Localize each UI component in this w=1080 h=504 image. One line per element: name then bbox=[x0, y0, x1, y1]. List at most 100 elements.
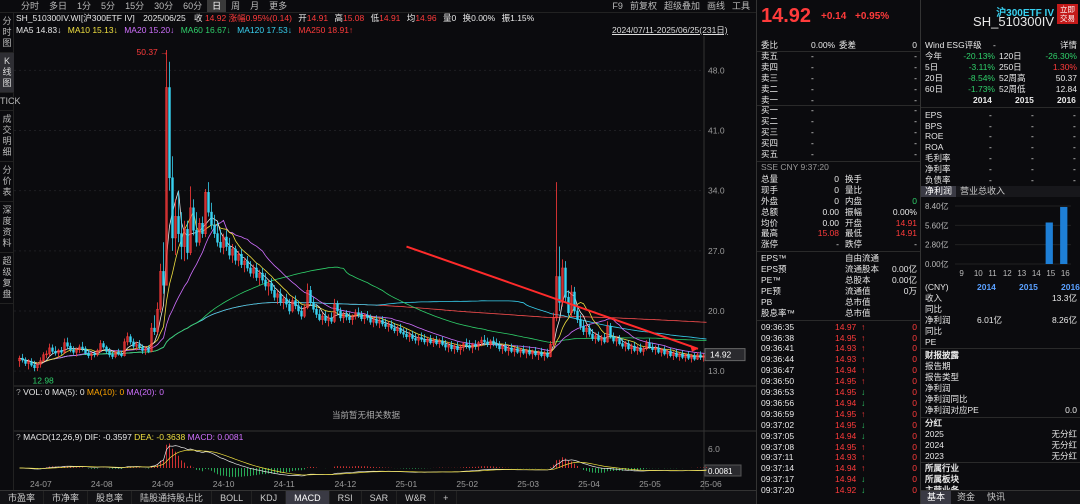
revenue-bar-chart: 8.40亿 5.60亿 2.80亿 0.00亿 9 10 11 12 13 14 15 16 bbox=[925, 201, 1071, 278]
indicator-tab[interactable]: RSI bbox=[330, 491, 362, 504]
order-book-row: 卖一 - - bbox=[761, 95, 917, 106]
ma20-legend: MA20 15.20↓ bbox=[124, 25, 175, 35]
vertical-tab[interactable]: 深度资料 bbox=[0, 202, 14, 253]
toolbar-button[interactable]: 超级叠加 bbox=[664, 0, 700, 12]
indicator-tabs: 市盈率 市净率 股息率 陆股通持股占比 BOLL KDJ MACD RSI SAR W&R + bbox=[0, 490, 756, 504]
period-tab[interactable]: 1分 bbox=[72, 0, 96, 12]
candle-body bbox=[495, 343, 498, 346]
fund-row: PE预 流通值 0万 bbox=[761, 286, 917, 297]
toolbar-button[interactable]: 前复权 bbox=[630, 0, 657, 12]
fin2-row: PE bbox=[925, 337, 1077, 348]
period-tab[interactable]: 多日 bbox=[44, 0, 72, 12]
candle-body bbox=[51, 347, 54, 352]
esg-detail-link[interactable]: 详情 bbox=[1060, 40, 1077, 51]
indicator-tab[interactable]: MACD bbox=[286, 491, 330, 504]
period-tab[interactable]: 分时 bbox=[16, 0, 44, 12]
ma120-legend: MA120 17.53↓ bbox=[237, 25, 292, 35]
fin-tab[interactable]: 营业总收入 bbox=[956, 186, 1009, 197]
fund-row: PE™ 总股本 0.00亿 bbox=[761, 275, 917, 286]
stat-label: 涨停 bbox=[761, 239, 779, 250]
candle-body bbox=[105, 346, 108, 352]
panel-tab[interactable]: 快讯 bbox=[981, 491, 1011, 504]
vertical-tab[interactable]: 超级复盘 bbox=[0, 253, 14, 304]
perf-label: 5日 bbox=[925, 61, 939, 72]
fin-row: ROE - - - bbox=[925, 131, 1077, 142]
candle-body bbox=[591, 333, 594, 339]
date-range[interactable]: 2024/07/11-2025/06/25(231日) bbox=[612, 24, 728, 36]
indicator-tab[interactable]: SAR bbox=[362, 491, 398, 504]
period-tab[interactable]: 5分 bbox=[96, 0, 120, 12]
period-tab[interactable]: 15分 bbox=[120, 0, 149, 12]
x-tick-label: 25-02 bbox=[456, 479, 478, 489]
vol-ma10: MA(10): 0 bbox=[86, 387, 125, 397]
stat-label: 外盘 bbox=[761, 195, 779, 206]
stat-value: 0 bbox=[834, 195, 839, 206]
toolbar-button[interactable]: F9 bbox=[612, 0, 623, 12]
toolbar-button[interactable]: 工具 bbox=[732, 0, 750, 12]
report-label: 报告类型 bbox=[925, 372, 960, 383]
up-arrow-icon: ↑ bbox=[861, 441, 866, 452]
indicator-tab[interactable]: KDJ bbox=[252, 491, 287, 504]
help-icon[interactable]: ? bbox=[16, 432, 21, 442]
panel-tab[interactable]: 资金 bbox=[951, 491, 981, 504]
period-tab[interactable]: 日 bbox=[207, 0, 227, 12]
last-price: 14.92 bbox=[761, 5, 812, 27]
period-tab[interactable]: 周 bbox=[226, 0, 245, 12]
fin-year: 2016 bbox=[1061, 281, 1080, 292]
revenue-bar bbox=[1045, 222, 1053, 264]
vol-empty-text: 当前暂无相关数据 bbox=[332, 410, 401, 420]
vertical-tab[interactable]: TICK bbox=[0, 93, 21, 111]
stat-value2: - bbox=[914, 239, 917, 250]
tick-volume: 0 bbox=[912, 321, 917, 332]
candle-body bbox=[603, 337, 606, 343]
fin-value: - bbox=[1031, 164, 1034, 175]
indicator-tab[interactable]: 陆股通持股占比 bbox=[132, 491, 213, 504]
help-icon[interactable]: ? bbox=[16, 387, 21, 397]
tick-row: 09:37:20 14.92 ↓ 0 bbox=[761, 485, 917, 496]
tick-price: 14.93 bbox=[835, 343, 857, 354]
perf-value2: 1.30% bbox=[1052, 61, 1077, 72]
fund-label2: 自由流通 bbox=[845, 253, 880, 264]
indicator-tab[interactable]: 股息率 bbox=[88, 491, 133, 504]
fund-label2: 总股本 bbox=[845, 275, 871, 285]
period-tab[interactable]: 60分 bbox=[178, 0, 207, 12]
fund-label: PE预 bbox=[761, 285, 781, 296]
toolbar-button[interactable]: 画线 bbox=[707, 0, 725, 12]
period-tab[interactable]: 30分 bbox=[149, 0, 178, 12]
tick-volume: 0 bbox=[912, 430, 917, 441]
fin-tab[interactable]: 净利润 bbox=[921, 185, 957, 197]
indicator-tab[interactable]: BOLL bbox=[212, 491, 253, 504]
vertical-tab[interactable]: 分价表 bbox=[0, 162, 14, 202]
order-label: 卖五 bbox=[761, 50, 779, 61]
period-tab[interactable]: 月 bbox=[245, 0, 264, 12]
order-value2: - bbox=[914, 50, 917, 61]
tick-price: 14.95 bbox=[835, 376, 857, 387]
candle-body bbox=[60, 350, 63, 353]
period-tab[interactable]: 更多 bbox=[264, 0, 292, 12]
vertical-tab[interactable]: 成交明细 bbox=[0, 111, 14, 162]
bar-x-tick: 11 bbox=[988, 269, 997, 278]
indicator-tab[interactable]: W&R bbox=[397, 491, 436, 504]
add-indicator-button[interactable]: + bbox=[435, 491, 458, 504]
down-arrow-icon: ↓ bbox=[861, 419, 866, 430]
fin-label: ROE bbox=[925, 131, 944, 142]
vol-value: 0 bbox=[451, 13, 457, 23]
candle-body bbox=[612, 336, 615, 342]
report-label: 净利润同比 bbox=[925, 394, 968, 404]
indicator-tab[interactable]: 市净率 bbox=[44, 491, 89, 504]
candle-body bbox=[288, 303, 291, 312]
x-tick-label: 24-10 bbox=[213, 479, 235, 489]
vertical-tab[interactable]: K线图 bbox=[0, 53, 14, 93]
trade-now-button[interactable]: 立即交易 bbox=[1057, 4, 1078, 24]
kline-chart[interactable]: 48.0 41.0 34.0 27.0 20.0 13.0 50.37 → 12.98 14.9… bbox=[14, 36, 756, 490]
vol-ma20: MA(20): 0 bbox=[126, 387, 164, 397]
vertical-tab[interactable]: 分时图 bbox=[0, 13, 14, 53]
tick-row: 09:36:56 14.94 ↓ 0 bbox=[761, 398, 917, 409]
year-header: 2014 2015 2016 bbox=[925, 95, 1077, 106]
indicator-tab[interactable]: 市盈率 bbox=[0, 491, 45, 504]
panel-tab[interactable]: 基本 bbox=[921, 491, 952, 504]
dividend-value: 无分红 bbox=[1051, 428, 1077, 439]
candle-body bbox=[147, 348, 150, 352]
vertical-tabs: 分时图 K线图 TICK 成交明细 分价表 深度资料 超级复盘 bbox=[0, 13, 21, 491]
min-label: 12.98 bbox=[33, 375, 55, 385]
